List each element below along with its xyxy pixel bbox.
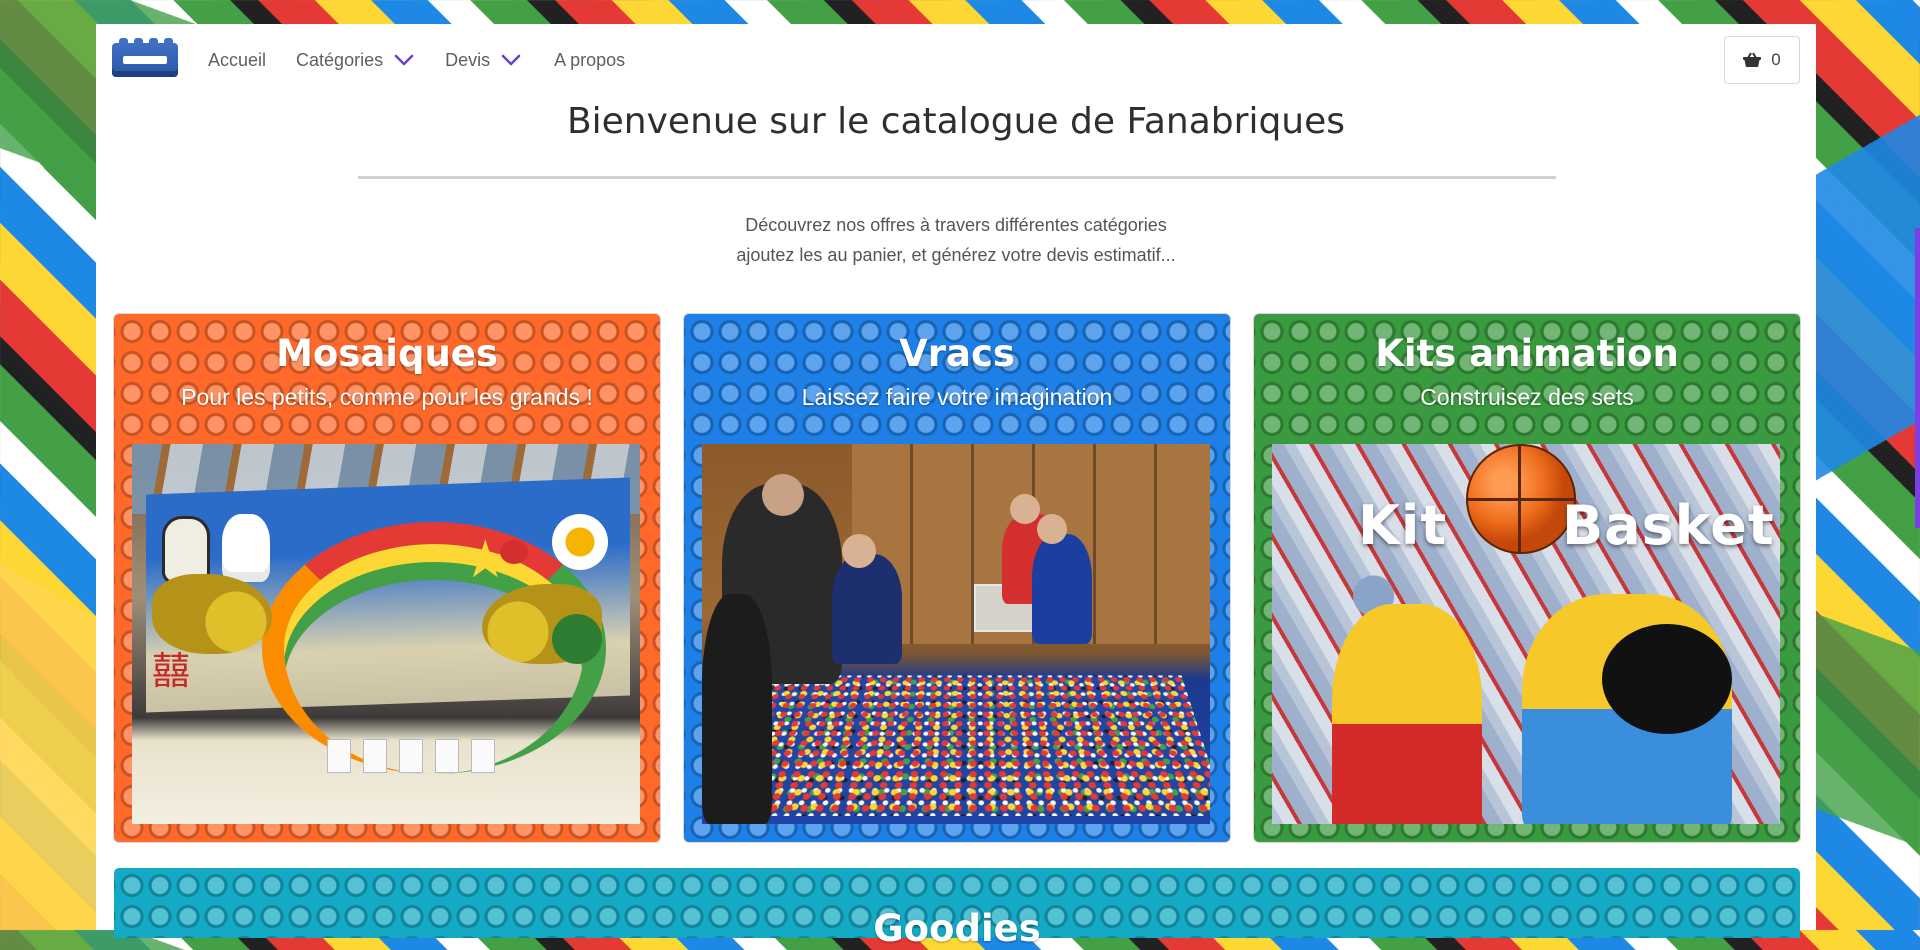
main-container: Accueil Catégories Devis A propos 0 Bien… — [96, 24, 1816, 947]
card-subtitle: Construisez des sets — [1420, 384, 1634, 410]
category-card-vracs[interactable]: Vracs Laissez faire votre imagination — [684, 314, 1230, 842]
category-card-mosaiques[interactable]: Mosaiques Pour les petits, comme pour le… — [114, 314, 660, 842]
nav-categories-label: Catégories — [296, 49, 384, 70]
nav-about-label: A propos — [554, 49, 626, 70]
intro-line-2: ajoutez les au panier, et générez votre … — [736, 245, 1176, 265]
card-image-mosaic[interactable]: ★ 囍 — [132, 444, 640, 824]
intro-line-1: Découvrez nos offres à travers différent… — [745, 215, 1167, 235]
nav-devis-label: Devis — [445, 49, 491, 70]
title-divider — [358, 176, 1556, 179]
chevron-down-icon — [501, 54, 521, 66]
card-title: Vracs — [899, 332, 1015, 375]
brick-logo-icon[interactable] — [112, 38, 178, 77]
card-image-kit-basket[interactable]: Kit Basket — [1272, 444, 1780, 824]
basketball-icon — [1466, 444, 1576, 554]
scrollbar-thumb[interactable] — [1915, 228, 1920, 528]
page-title: Bienvenue sur le catalogue de Fanabrique… — [566, 101, 1346, 142]
category-card-kits-animation[interactable]: Kits animation Construisez des sets Kit … — [1254, 314, 1800, 842]
kit-photo-text-left: Kit — [1358, 494, 1448, 557]
kit-photo-text-right: Basket — [1562, 494, 1775, 557]
navbar: Accueil Catégories Devis A propos 0 — [96, 24, 1816, 96]
card-title: Mosaiques — [276, 332, 498, 375]
nav-dropdown-devis[interactable]: Devis — [445, 50, 522, 71]
nav-link-home[interactable]: Accueil — [208, 50, 266, 71]
category-card-goodies[interactable]: Goodies — [114, 868, 1800, 947]
card-subtitle: Laissez faire votre imagination — [801, 384, 1113, 410]
intro-text: Découvrez nos offres à travers différent… — [96, 210, 1816, 270]
cart-button[interactable]: 0 — [1724, 36, 1800, 84]
nav-link-about[interactable]: A propos — [554, 50, 625, 71]
mosaic-hanzi-text: 囍 — [152, 649, 191, 693]
shopping-basket-icon — [1743, 52, 1762, 67]
nav-dropdown-categories[interactable]: Catégories — [296, 50, 415, 71]
chevron-down-icon — [394, 54, 414, 66]
cart-count: 0 — [1771, 50, 1781, 69]
nav-home-label: Accueil — [208, 49, 267, 70]
card-title: Goodies — [873, 907, 1041, 950]
card-title: Kits animation — [1375, 332, 1679, 375]
card-subtitle: Pour les petits, comme pour les grands ! — [181, 384, 593, 410]
card-image-vracs[interactable] — [702, 444, 1210, 824]
